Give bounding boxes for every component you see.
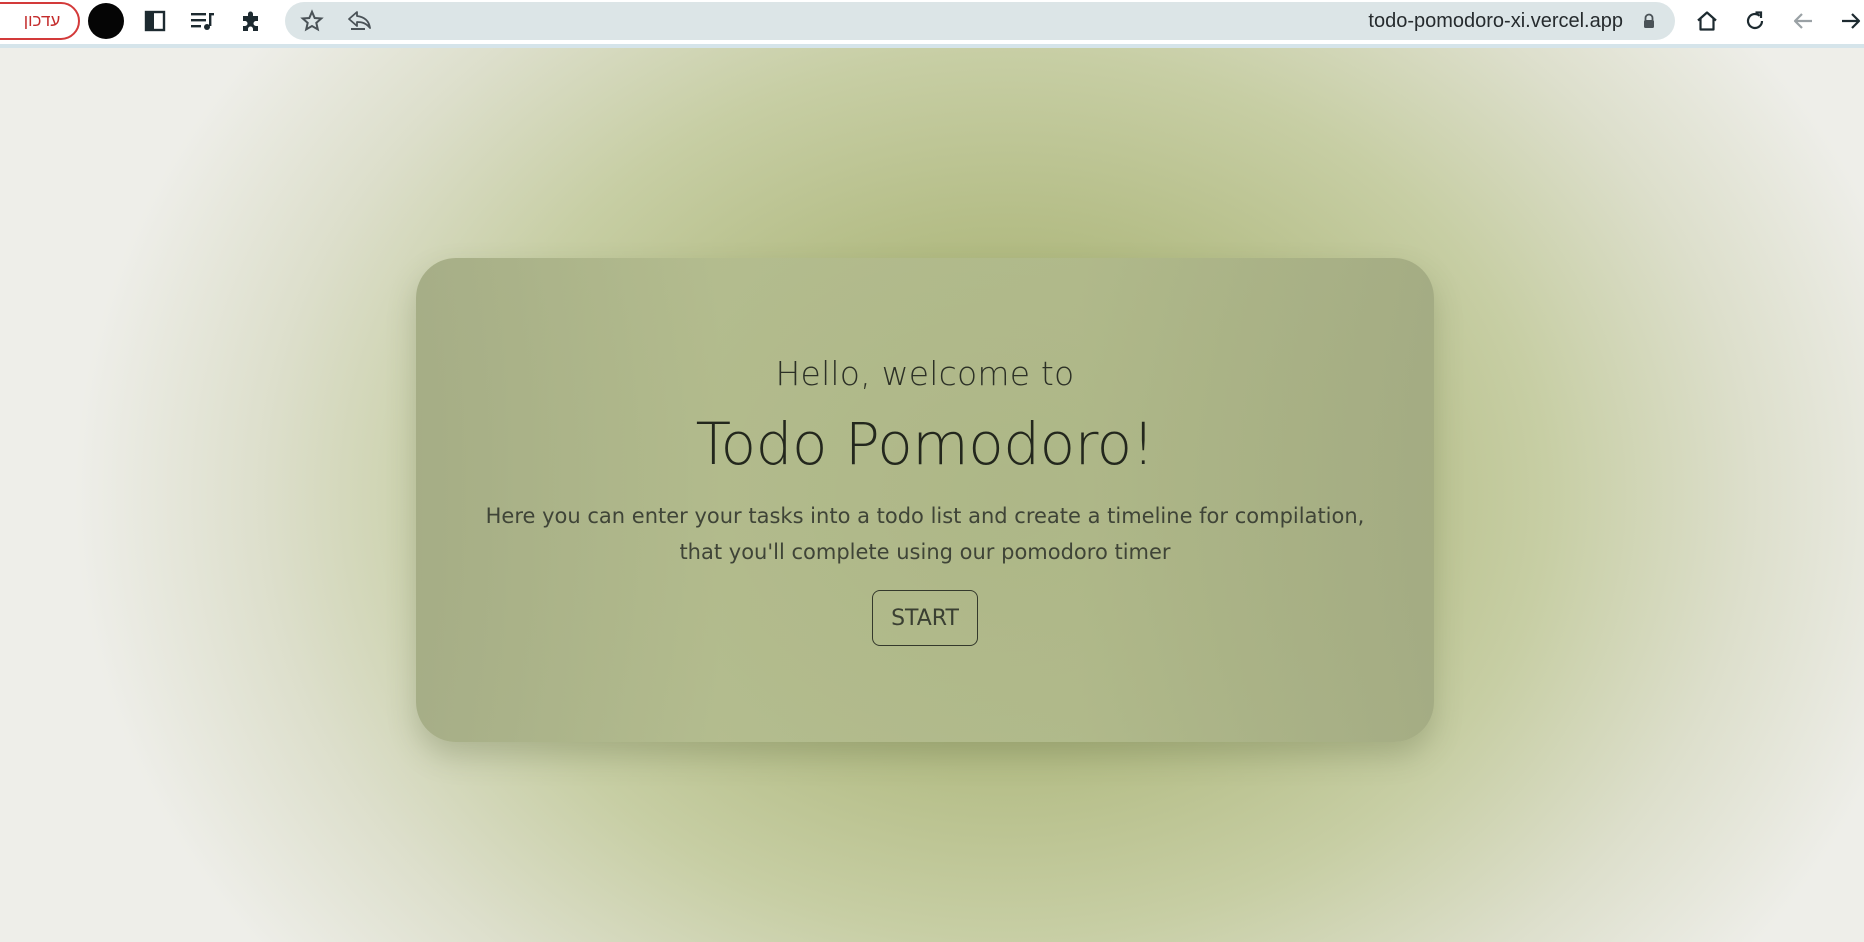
forward-arrow-icon[interactable] (1836, 6, 1864, 36)
back-arrow-icon[interactable] (1788, 6, 1818, 36)
extensions-icon[interactable] (236, 6, 266, 36)
playlist-icon[interactable] (188, 6, 218, 36)
welcome-card: Hello, welcome to Todo Pomodoro! Here yo… (416, 258, 1434, 742)
greeting-text: Hello, welcome to (775, 354, 1075, 393)
description-text: Here you can enter your tasks into a tod… (485, 504, 1365, 564)
page-background: Hello, welcome to Todo Pomodoro! Here yo… (0, 48, 1864, 942)
app-title: Todo Pomodoro! (695, 410, 1155, 478)
update-button[interactable]: עדכון (0, 2, 80, 40)
url-text[interactable]: todo-pomodoro-xi.vercel.app (1368, 2, 1623, 40)
start-button[interactable]: START (872, 590, 978, 646)
lock-icon[interactable] (1641, 13, 1657, 29)
address-bar[interactable]: todo-pomodoro-xi.vercel.app (285, 2, 1675, 40)
reload-icon[interactable] (1740, 6, 1770, 36)
star-icon[interactable] (297, 6, 327, 36)
browser-toolbar: עדכון todo-pomodoro-xi.vercel.app (0, 0, 1864, 48)
sidebar-icon[interactable] (140, 6, 170, 36)
profile-avatar[interactable] (88, 3, 124, 39)
home-icon[interactable] (1692, 6, 1722, 36)
share-icon[interactable] (345, 6, 375, 36)
